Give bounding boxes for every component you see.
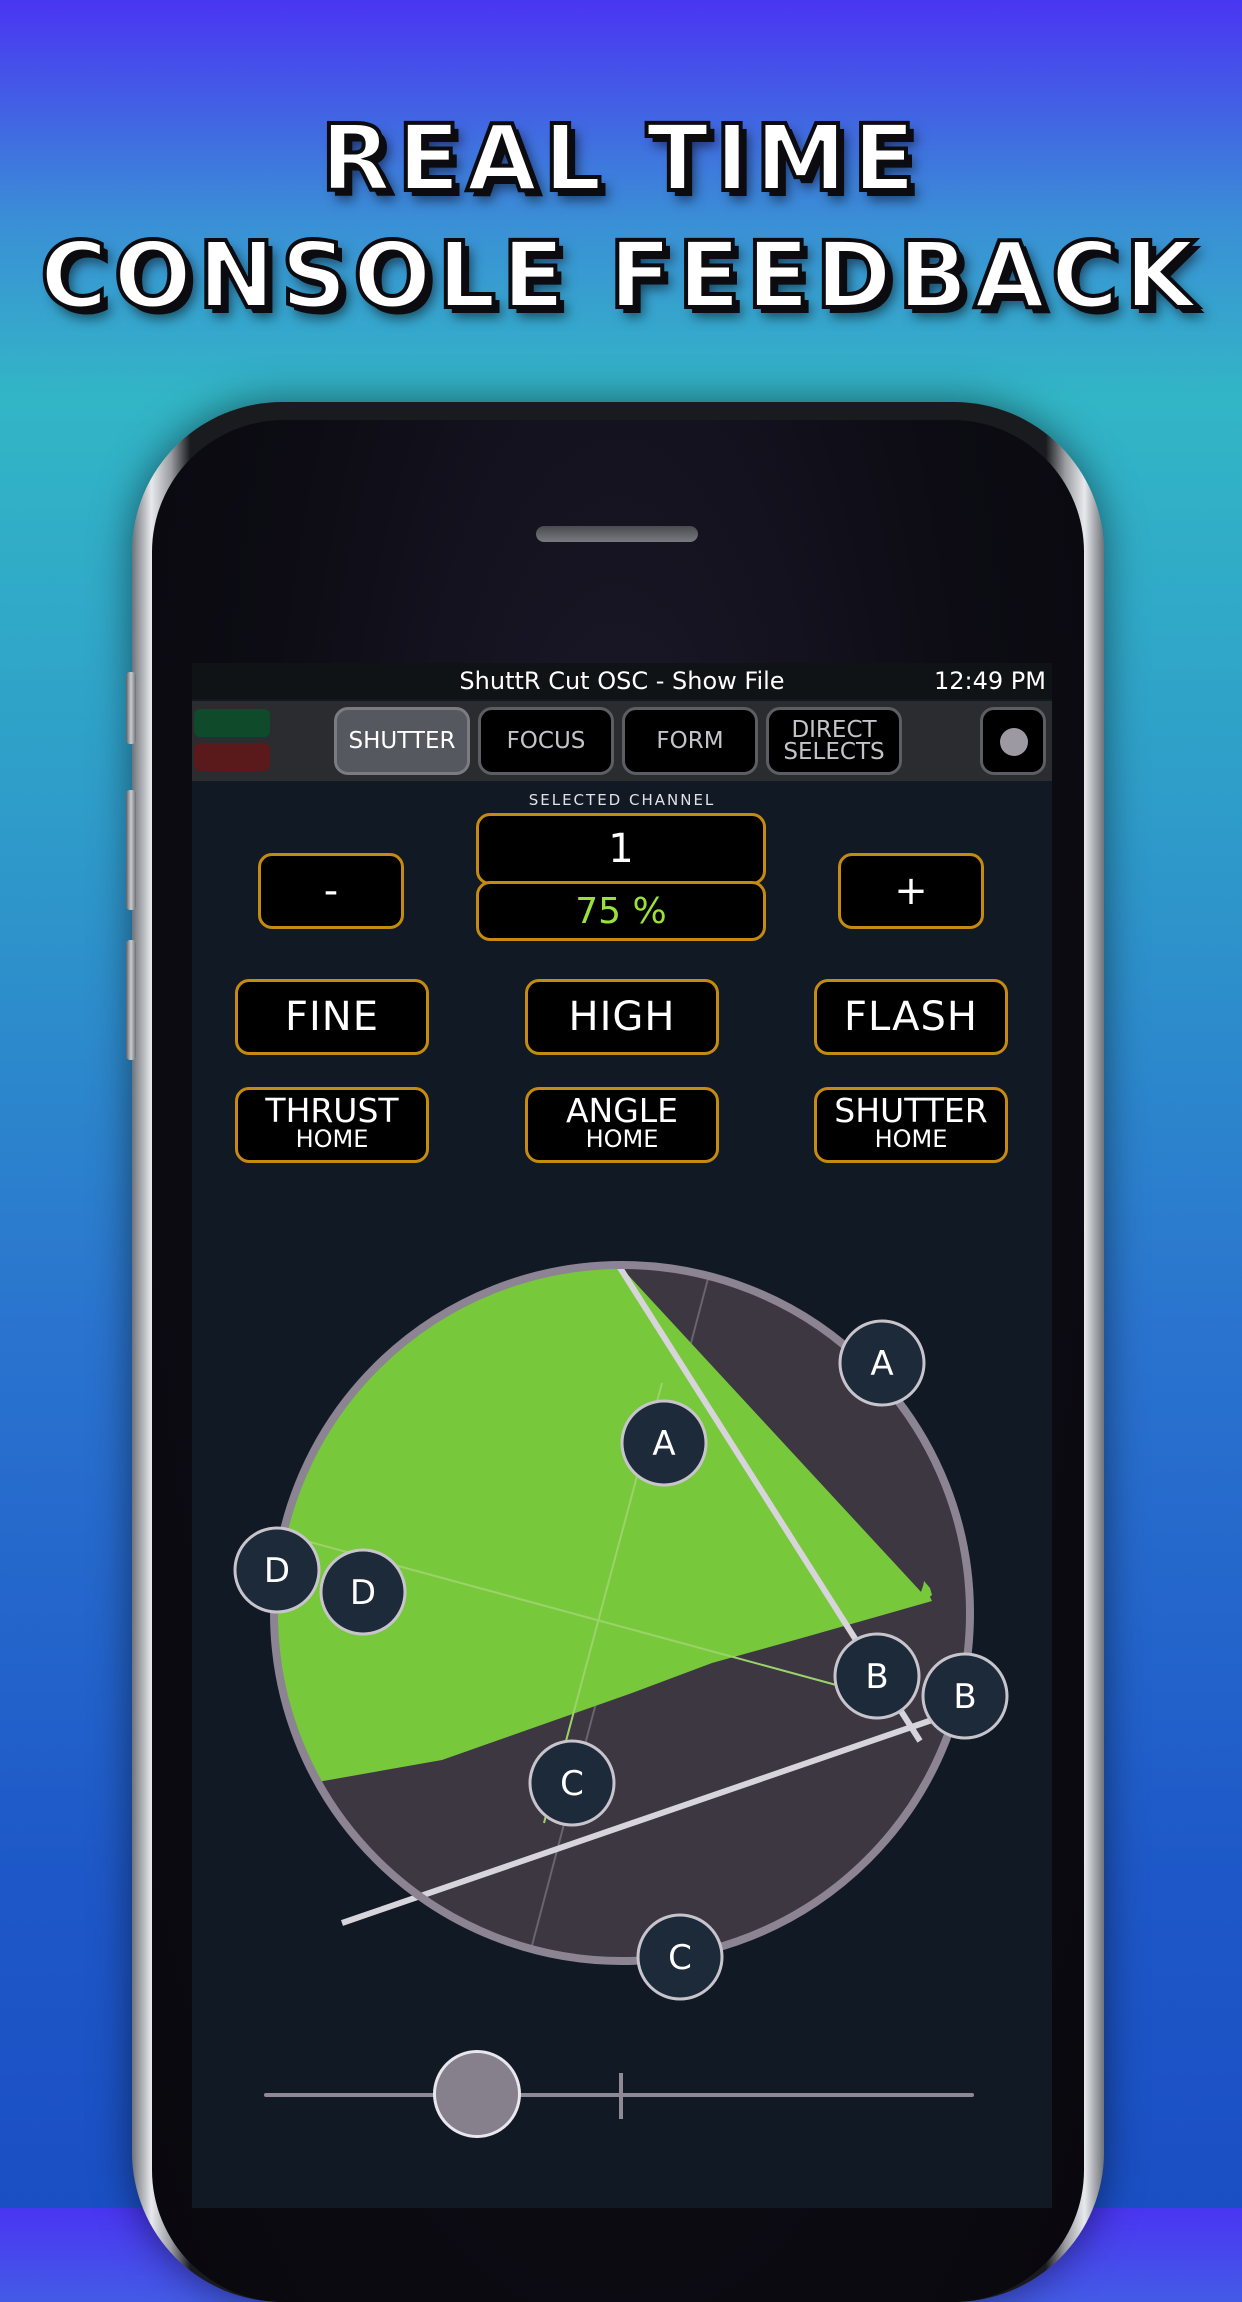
rotation-slider-center-tick: [619, 2073, 623, 2119]
channel-level-readout: 75 %: [476, 881, 766, 941]
app-screen: ShuttR Cut OSC - Show File 12:49 PM SHUT…: [192, 663, 1052, 2208]
shutter-handle-outer-a[interactable]: A: [838, 1319, 926, 1407]
shutter-handle-label: A: [870, 1344, 893, 1384]
thrust-home-label: THRUST: [265, 1091, 399, 1130]
shutter-home-sublabel: HOME: [874, 1125, 948, 1153]
tab-shutter[interactable]: SHUTTER: [334, 707, 470, 775]
rotation-slider-knob[interactable]: [433, 2050, 521, 2138]
shutter-handle-label: B: [865, 1657, 888, 1697]
phone-volume-up-button: [126, 790, 136, 910]
high-button[interactable]: HIGH: [525, 979, 719, 1055]
shutter-handle-label: D: [264, 1551, 290, 1591]
angle-home-label: ANGLE: [565, 1091, 679, 1130]
phone-side-button: [126, 672, 136, 744]
shutter-handle-outer-d[interactable]: D: [233, 1526, 321, 1614]
headline-line-1: REAL TIME: [319, 103, 922, 214]
tab-focus[interactable]: FOCUS: [478, 707, 614, 775]
previous-channel-button[interactable]: -: [258, 853, 404, 929]
shutter-handle-label: D: [350, 1573, 376, 1613]
selected-channel-number[interactable]: 1: [476, 813, 766, 885]
shutter-handle-inner-d[interactable]: D: [319, 1548, 407, 1636]
shutter-handle-label: A: [652, 1424, 675, 1464]
flash-button[interactable]: FLASH: [814, 979, 1008, 1055]
shutter-handle-outer-b[interactable]: B: [921, 1652, 1009, 1740]
record-button[interactable]: [980, 707, 1046, 775]
shutter-diagram[interactable]: A A B B C C D D: [192, 1223, 1052, 2043]
shutter-handle-inner-b[interactable]: B: [833, 1632, 921, 1720]
shutter-home-label: SHUTTER: [834, 1091, 988, 1130]
headline-line-2: CONSOLE FEEDBACK: [38, 220, 1202, 331]
shutter-handle-outer-c[interactable]: C: [636, 1913, 724, 2001]
shutter-handle-label: B: [953, 1677, 976, 1717]
next-channel-button[interactable]: +: [838, 853, 984, 929]
fine-button[interactable]: FINE: [235, 979, 429, 1055]
phone-volume-down-button: [126, 940, 136, 1060]
window-title: ShuttR Cut OSC - Show File: [459, 667, 785, 695]
tab-form[interactable]: FORM: [622, 707, 758, 775]
connection-status-led-red: [194, 743, 270, 771]
angle-home-button[interactable]: ANGLE HOME: [525, 1087, 719, 1163]
selected-channel-label: SELECTED CHANNEL: [528, 791, 716, 809]
shutter-handle-inner-c[interactable]: C: [528, 1739, 616, 1827]
phone-speaker-grille: [536, 526, 698, 542]
shutter-home-button[interactable]: SHUTTER HOME: [814, 1087, 1008, 1163]
status-bar: ShuttR Cut OSC - Show File 12:49 PM: [192, 663, 1052, 699]
shutter-handle-label: C: [560, 1764, 584, 1804]
angle-home-sublabel: HOME: [585, 1125, 659, 1153]
shutter-handle-label: C: [668, 1938, 692, 1978]
tab-toolbar: SHUTTER FOCUS FORM DIRECT SELECTS: [192, 701, 1052, 781]
thrust-home-sublabel: HOME: [295, 1125, 369, 1153]
record-icon: [1000, 728, 1028, 756]
thrust-home-button[interactable]: THRUST HOME: [235, 1087, 429, 1163]
tab-direct-selects[interactable]: DIRECT SELECTS: [766, 707, 902, 775]
connection-status-led-green: [194, 709, 270, 737]
status-time: 12:49 PM: [934, 667, 1046, 695]
shutter-handle-inner-a[interactable]: A: [620, 1399, 708, 1487]
